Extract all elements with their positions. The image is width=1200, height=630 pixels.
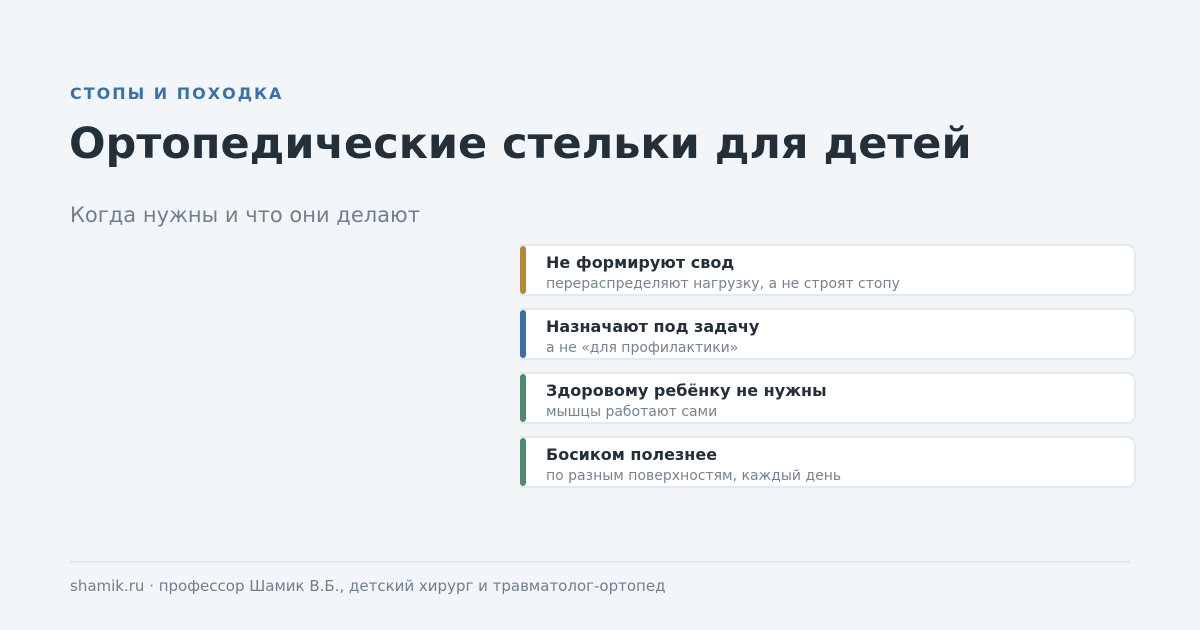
info-card: Не формируют свод перераспределяют нагру…: [520, 244, 1136, 296]
card-title: Не формируют свод: [546, 253, 735, 272]
card-accent-bar: [520, 438, 526, 486]
info-card: Назначают под задачу а не «для профилакт…: [520, 308, 1136, 360]
card-subtitle: перераспределяют нагрузку, а не строят с…: [546, 276, 900, 292]
page-subtitle: Когда нужны и что они делают: [70, 203, 420, 227]
card-accent-bar: [520, 246, 526, 294]
footer-credit: shamik.ru · профессор Шамик В.Б., детски…: [70, 577, 666, 595]
info-card: Босиком полезнее по разным поверхностям,…: [520, 436, 1136, 488]
eyebrow-label: СТОПЫ И ПОХОДКА: [70, 84, 284, 103]
card-title: Босиком полезнее: [546, 445, 718, 464]
card-accent-bar: [520, 374, 526, 422]
card-accent-bar: [520, 310, 526, 358]
card-title: Назначают под задачу: [546, 317, 760, 336]
card-subtitle: мышцы работают сами: [546, 404, 718, 420]
card-subtitle: по разным поверхностям, каждый день: [546, 468, 842, 484]
footer-divider: [70, 561, 1130, 563]
info-card: Здоровому ребёнку не нужны мышцы работаю…: [520, 372, 1136, 424]
card-title: Здоровому ребёнку не нужны: [546, 381, 827, 400]
card-subtitle: а не «для профилактики»: [546, 340, 739, 356]
info-card-list: Не формируют свод перераспределяют нагру…: [520, 244, 1136, 500]
page-title: Ортопедические стельки для детей: [69, 119, 972, 169]
